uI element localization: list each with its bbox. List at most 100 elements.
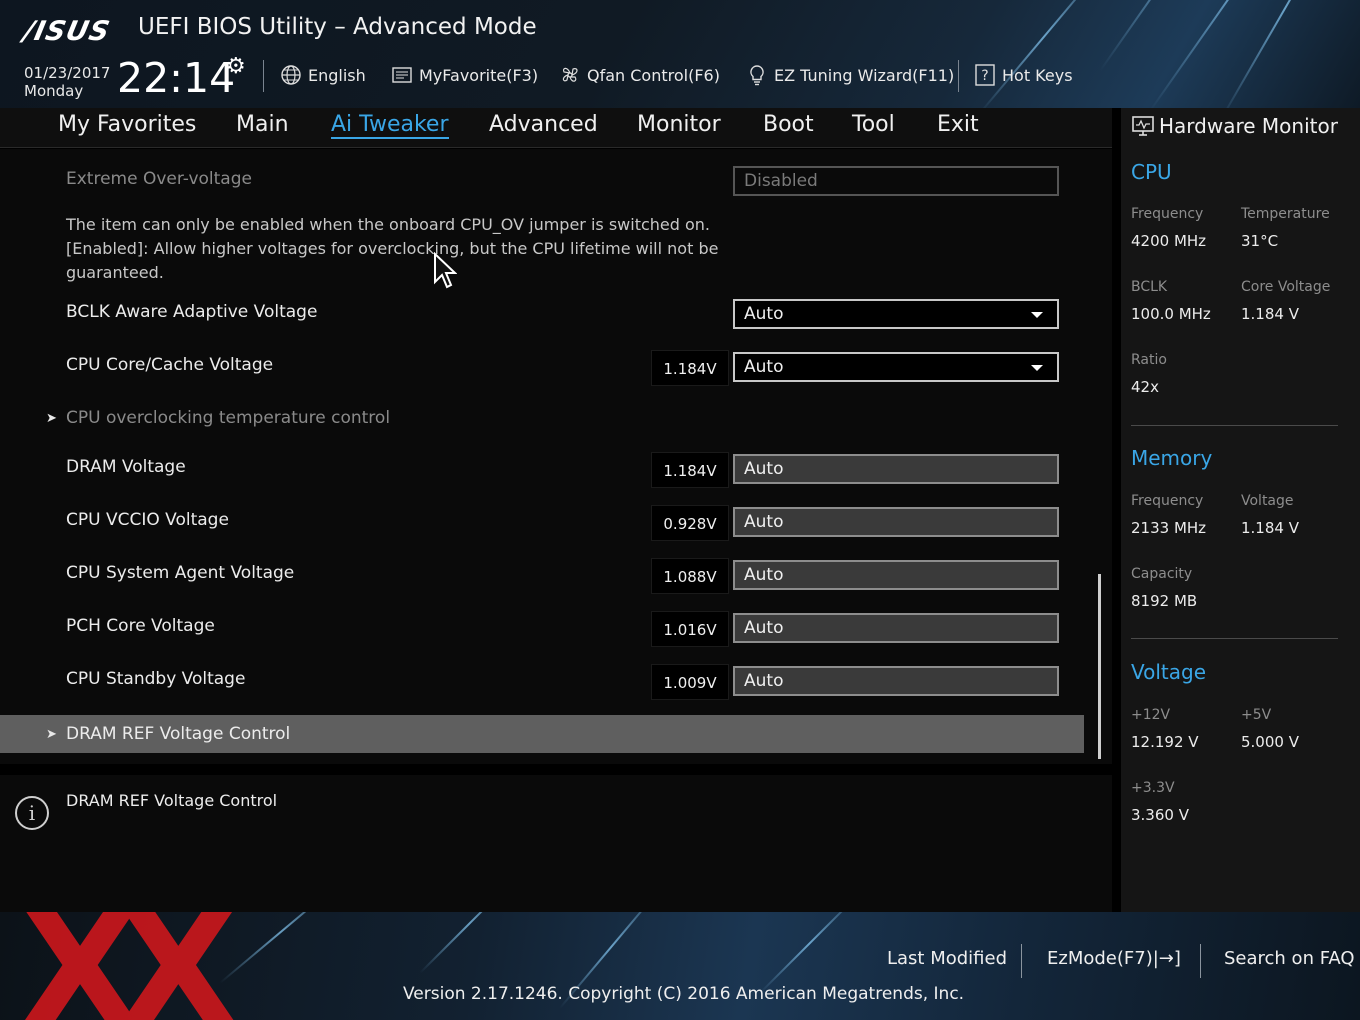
- dram-ref-label: DRAM REF Voltage Control: [66, 724, 291, 744]
- ratio-label: Ratio: [1131, 352, 1167, 368]
- language-button[interactable]: English: [280, 63, 366, 87]
- cpu-standby-input[interactable]: Auto: [733, 666, 1059, 696]
- capacity-value: 8192 MB: [1131, 592, 1198, 610]
- setting-row-dram-voltage[interactable]: DRAM Voltage 1.184V Auto: [0, 449, 1084, 489]
- capacity-label: Capacity: [1131, 566, 1193, 582]
- setting-row-cpu-standby[interactable]: CPU Standby Voltage 1.009V Auto: [0, 661, 1084, 701]
- submenu-dram-ref[interactable]: ➤ DRAM REF Voltage Control: [0, 715, 1084, 753]
- dram-voltage-reading: 1.184V: [651, 452, 729, 488]
- cpu-core-cache-label: CPU Core/Cache Voltage: [66, 355, 274, 375]
- dram-voltage-input[interactable]: Auto: [733, 454, 1059, 484]
- last-modified-button[interactable]: Last Modified: [887, 948, 1007, 969]
- lightbulb-icon: [750, 65, 764, 86]
- submenu-cpu-oc-temp[interactable]: ➤ CPU overclocking temperature control: [0, 401, 1084, 441]
- tab-exit[interactable]: Exit: [937, 112, 979, 137]
- memory-voltage-value: 1.184 V: [1241, 519, 1299, 537]
- tab-main[interactable]: Main: [236, 112, 289, 137]
- cpu-temperature-label: Temperature: [1241, 206, 1330, 222]
- header-bar: /ISUS UEFI BIOS Utility – Advanced Mode …: [0, 0, 1360, 108]
- setting-row-cpu-sa[interactable]: CPU System Agent Voltage 1.088V Auto: [0, 555, 1084, 595]
- v33-value: 3.360 V: [1131, 806, 1189, 824]
- tab-monitor[interactable]: Monitor: [637, 112, 721, 137]
- footer-decor: [219, 912, 344, 984]
- memory-frequency-value: 2133 MHz: [1131, 519, 1207, 537]
- setting-row-cpu-vccio[interactable]: CPU VCCIO Voltage 0.928V Auto: [0, 502, 1084, 542]
- search-faq-button[interactable]: Search on FAQ: [1224, 948, 1355, 969]
- extreme-ov-field: Disabled: [733, 166, 1059, 196]
- tab-tool[interactable]: Tool: [852, 112, 895, 137]
- mouse-cursor-icon: [434, 252, 457, 289]
- hotkeys-button[interactable]: ? Hot Keys: [974, 63, 1073, 87]
- qfan-button[interactable]: Qfan Control(F6): [559, 63, 720, 87]
- cpu-frequency-label: Frequency: [1131, 206, 1204, 222]
- asus-logo: /ISUS: [20, 16, 114, 47]
- hardware-monitor-label: Hardware Monitor: [1159, 114, 1338, 138]
- ez-tuning-label: EZ Tuning Wizard(F11): [774, 65, 955, 85]
- cpu-vccio-input[interactable]: Auto: [733, 507, 1059, 537]
- chevron-down-icon: [1031, 312, 1043, 318]
- svg-text:?: ?: [981, 68, 988, 84]
- gear-icon[interactable]: ⚙: [226, 54, 246, 79]
- cpu-core-cache-dropdown[interactable]: Auto: [733, 352, 1059, 382]
- myfavorite-label: MyFavorite(F3): [419, 65, 539, 85]
- pch-core-input[interactable]: Auto: [733, 613, 1059, 643]
- info-bar: i DRAM REF Voltage Control: [0, 775, 1112, 912]
- setting-row-pch-core[interactable]: PCH Core Voltage 1.016V Auto: [0, 608, 1084, 648]
- v33-label: +3.3V: [1131, 780, 1175, 796]
- v5-value: 5.000 V: [1241, 733, 1299, 751]
- chevron-right-icon: ➤: [46, 727, 57, 742]
- language-label: English: [308, 65, 366, 85]
- chevron-down-icon: [1031, 365, 1043, 371]
- cpu-sa-label: CPU System Agent Voltage: [66, 563, 295, 583]
- cpu-vccio-reading: 0.928V: [651, 505, 729, 541]
- cpu-core-cache-reading: 1.184V: [651, 350, 729, 386]
- bclk-value: 100.0 MHz: [1131, 305, 1211, 323]
- cpu-sa-input[interactable]: Auto: [733, 560, 1059, 590]
- setting-row-bclk-aware[interactable]: BCLK Aware Adaptive Voltage Auto: [0, 294, 1084, 334]
- cpu-standby-reading: 1.009V: [651, 664, 729, 700]
- clock-display: 22:14: [117, 54, 236, 102]
- memory-voltage-label: Voltage: [1241, 493, 1294, 509]
- cpu-frequency-value: 4200 MHz: [1131, 232, 1207, 250]
- pch-core-reading: 1.016V: [651, 611, 729, 647]
- cpu-sa-reading: 1.088V: [651, 558, 729, 594]
- memory-frequency-label: Frequency: [1131, 493, 1204, 509]
- myfavorite-button[interactable]: MyFavorite(F3): [391, 63, 538, 87]
- core-voltage-label: Core Voltage: [1241, 279, 1331, 295]
- bclk-aware-dropdown[interactable]: Auto: [733, 299, 1059, 329]
- tab-my-favorites[interactable]: My Favorites: [58, 112, 196, 137]
- v5-label: +5V: [1241, 707, 1272, 723]
- date-text: 01/23/2017: [24, 64, 111, 82]
- favorite-list-icon: [392, 67, 412, 83]
- footer-decor: [759, 912, 860, 994]
- app-title: UEFI BIOS Utility – Advanced Mode: [138, 14, 537, 40]
- header-decor: [1149, 0, 1335, 108]
- tab-boot[interactable]: Boot: [763, 112, 814, 137]
- scrollbar[interactable]: [1098, 574, 1101, 759]
- globe-icon: [281, 65, 301, 85]
- hotkeys-label: Hot Keys: [1002, 65, 1073, 85]
- question-icon: ?: [975, 64, 995, 86]
- tab-ai-tweaker[interactable]: Ai Tweaker: [331, 112, 449, 139]
- cpu-vccio-label: CPU VCCIO Voltage: [66, 510, 229, 530]
- voltage-section-title: Voltage: [1131, 660, 1207, 684]
- ez-tuning-button[interactable]: EZ Tuning Wizard(F11): [746, 63, 954, 87]
- date-display: 01/23/2017 Monday: [24, 64, 110, 100]
- info-text: DRAM REF Voltage Control: [66, 791, 278, 810]
- ratio-value: 42x: [1131, 378, 1159, 396]
- watermark-logo: XX: [20, 912, 239, 1020]
- help-text: The item can only be enabled when the on…: [66, 215, 719, 282]
- ezmode-button[interactable]: EzMode(F7)|→]: [1047, 948, 1181, 969]
- header-decor: [1219, 0, 1351, 108]
- toolbar-divider: [958, 60, 959, 92]
- tab-advanced[interactable]: Advanced: [489, 112, 598, 137]
- divider: [1131, 638, 1338, 639]
- footer-bar: XX Last Modified EzMode(F7)|→] Search on…: [0, 912, 1360, 1020]
- footer-decor: [419, 912, 520, 974]
- footer-divider: [1200, 944, 1201, 978]
- cpu-section-title: CPU: [1131, 160, 1172, 184]
- qfan-label: Qfan Control(F6): [587, 65, 720, 85]
- day-text: Monday: [24, 82, 84, 100]
- setting-row-cpu-core-cache[interactable]: CPU Core/Cache Voltage 1.184V Auto: [0, 347, 1084, 387]
- dram-voltage-label: DRAM Voltage: [66, 457, 186, 477]
